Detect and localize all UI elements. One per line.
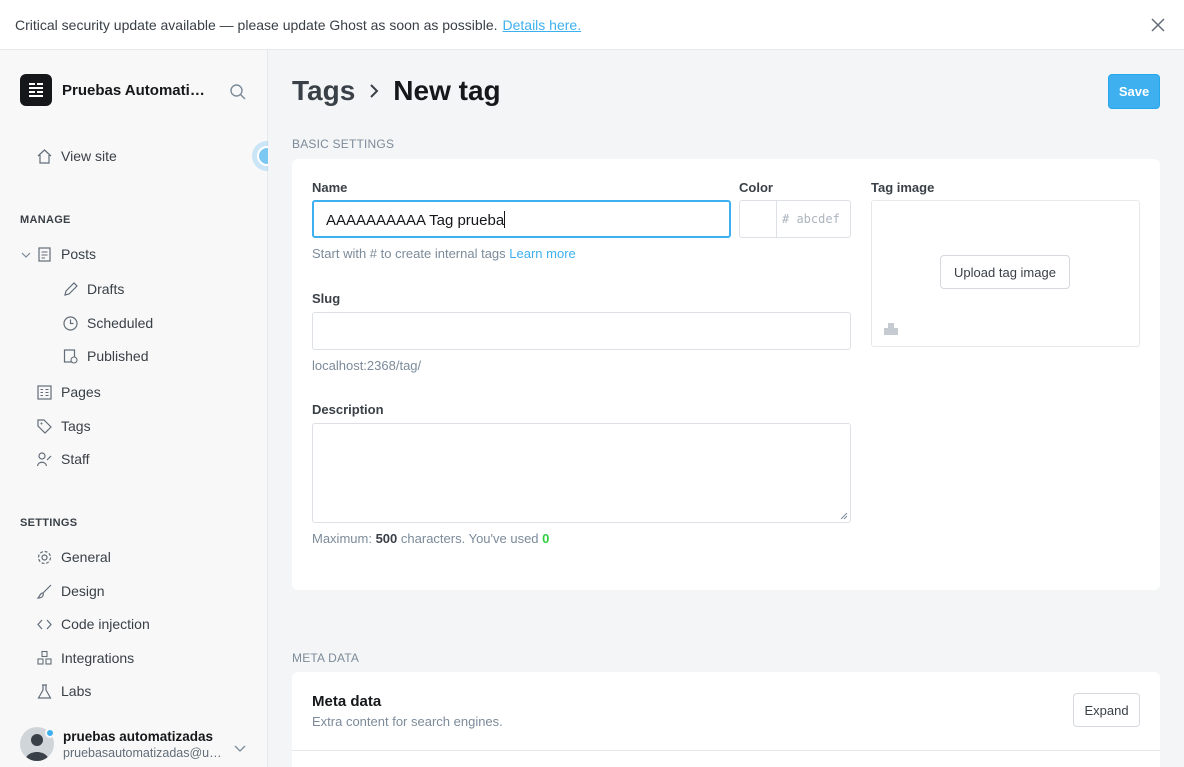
sidebar-item-design[interactable]: Design xyxy=(36,581,105,601)
description-hint: Maximum: 500 characters. You've used 0 xyxy=(312,531,550,546)
banner-message: Critical security update available — ple… xyxy=(15,16,498,33)
manage-section-title: MANAGE xyxy=(20,214,71,226)
tag-image-uploader[interactable]: Upload tag image xyxy=(871,200,1140,347)
name-label: Name xyxy=(312,180,348,195)
tag-image-label: Tag image xyxy=(871,180,935,195)
upload-tag-image-button[interactable]: Upload tag image xyxy=(940,255,1070,289)
brush-icon xyxy=(36,583,53,600)
banner-details-link[interactable]: Details here. xyxy=(503,17,582,33)
site-name: Pruebas Automatizadas xyxy=(62,81,212,99)
site-header[interactable]: Pruebas Automatizadas xyxy=(20,74,212,106)
staff-icon xyxy=(36,451,53,468)
color-swatch[interactable] xyxy=(740,201,777,237)
sidebar-item-label: Drafts xyxy=(87,281,125,297)
slug-label: Slug xyxy=(312,291,341,306)
name-hint: Start with # to create internal tags Lea… xyxy=(312,246,576,261)
chevron-down-icon[interactable] xyxy=(20,249,32,261)
sidebar-item-posts[interactable]: Posts xyxy=(36,244,96,264)
basic-settings-label: BASIC SETTINGS xyxy=(292,137,395,151)
flask-icon xyxy=(36,683,53,700)
sidebar: Pruebas Automatizadas View site MANAGE P… xyxy=(0,50,268,767)
sidebar-item-label: Tags xyxy=(61,418,91,434)
resize-grip-icon[interactable] xyxy=(840,512,848,520)
sidebar-item-label: Integrations xyxy=(61,650,135,666)
page-title: Tags New tag xyxy=(292,75,501,107)
sidebar-item-label: Code injection xyxy=(61,616,150,632)
breadcrumb-tags[interactable]: Tags xyxy=(292,75,355,107)
sidebar-item-published[interactable]: Published xyxy=(62,346,149,366)
sidebar-item-general[interactable]: General xyxy=(36,547,111,567)
pages-icon xyxy=(36,384,53,401)
divider xyxy=(292,750,1160,751)
meta-data-label: META DATA xyxy=(292,651,360,665)
search-icon[interactable] xyxy=(229,83,247,101)
main-content: Tags New tag Save BASIC SETTINGS Name AA… xyxy=(268,50,1184,767)
close-icon[interactable] xyxy=(1150,17,1166,33)
user-email: pruebasautomatizadas@uniandes.edu.co xyxy=(63,745,223,760)
slug-url: localhost:2368/tag/ xyxy=(312,358,422,373)
sidebar-item-view-site[interactable]: View site xyxy=(36,146,117,166)
tag-icon xyxy=(36,418,53,435)
description-label: Description xyxy=(312,402,384,417)
name-input[interactable]: AAAAAAAAAA Tag prueba xyxy=(312,200,731,238)
published-icon xyxy=(62,348,79,365)
sidebar-item-staff[interactable]: Staff xyxy=(36,449,90,469)
chevron-down-icon[interactable] xyxy=(233,741,247,755)
sidebar-item-code-injection[interactable]: Code injection xyxy=(36,614,150,634)
expand-button[interactable]: Expand xyxy=(1073,693,1140,727)
sidebar-item-pages[interactable]: Pages xyxy=(36,382,101,402)
code-icon xyxy=(36,616,53,633)
sidebar-item-scheduled[interactable]: Scheduled xyxy=(62,313,153,333)
home-icon xyxy=(36,148,53,165)
description-max-count: 500 xyxy=(375,531,398,546)
slug-input[interactable] xyxy=(312,312,851,350)
settings-section-title: SETTINGS xyxy=(20,517,78,529)
meta-data-card: Meta data Extra content for search engin… xyxy=(292,672,1160,767)
sidebar-item-label: Posts xyxy=(61,246,97,262)
page-title-text: New tag xyxy=(393,75,501,106)
sidebar-item-tags[interactable]: Tags xyxy=(36,416,91,436)
image-icon xyxy=(884,323,898,335)
learn-more-link[interactable]: Learn more xyxy=(509,246,575,261)
color-field[interactable]: # abcdef xyxy=(739,200,851,238)
description-used-count: 0 xyxy=(542,531,550,546)
color-placeholder: # abcdef xyxy=(782,212,840,226)
name-value: AAAAAAAAAA Tag prueba xyxy=(326,212,505,229)
posts-icon xyxy=(36,246,53,263)
save-button[interactable]: Save xyxy=(1108,74,1160,109)
integrations-icon xyxy=(36,650,53,667)
sidebar-item-label: Labs xyxy=(61,683,92,699)
description-textarea[interactable] xyxy=(312,423,851,523)
sidebar-item-labs[interactable]: Labs xyxy=(36,681,91,701)
sidebar-item-integrations[interactable]: Integrations xyxy=(36,648,134,668)
sidebar-item-label: View site xyxy=(61,148,117,164)
user-status-dot xyxy=(45,728,55,738)
site-logo-icon xyxy=(20,74,52,106)
meta-data-title: Meta data xyxy=(312,693,382,710)
clock-icon xyxy=(62,315,79,332)
sidebar-item-label: Pages xyxy=(61,384,101,400)
update-banner: Critical security update available — ple… xyxy=(0,0,1184,50)
sidebar-item-drafts[interactable]: Drafts xyxy=(62,279,124,299)
sidebar-item-label: Published xyxy=(87,348,149,364)
user-name: pruebas automatizadas xyxy=(63,728,214,744)
color-label: Color xyxy=(739,180,773,195)
gear-icon xyxy=(36,549,53,566)
sidebar-item-label: Scheduled xyxy=(87,315,154,331)
meta-data-subtitle: Extra content for search engines. xyxy=(312,714,503,729)
sidebar-item-label: General xyxy=(61,549,111,565)
sidebar-item-label: Staff xyxy=(61,451,90,467)
basic-settings-card: Name AAAAAAAAAA Tag prueba Start with # … xyxy=(292,159,1160,590)
pencil-icon xyxy=(62,281,79,298)
sidebar-item-label: Design xyxy=(61,583,105,599)
chevron-right-icon xyxy=(367,83,381,99)
